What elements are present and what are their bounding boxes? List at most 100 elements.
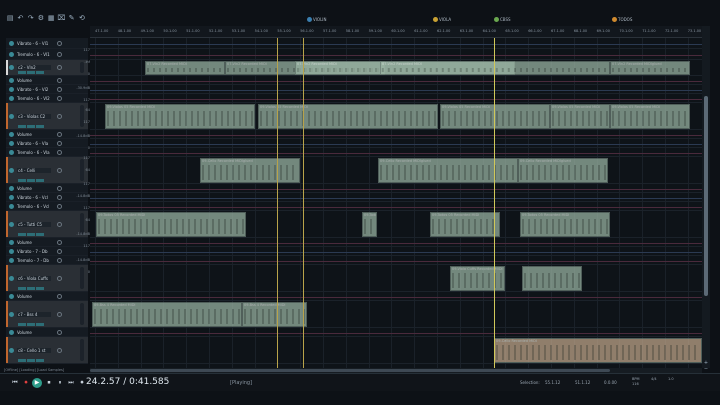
record-arm-icon[interactable]	[9, 257, 14, 263]
track-mode-button[interactable]	[36, 71, 44, 74]
midi-item[interactable]: 09-Violas 05 Recorded MIDI	[105, 104, 255, 129]
transport-button-2[interactable]: ▶	[32, 378, 42, 388]
track-mode-button[interactable]	[36, 125, 44, 128]
track-name[interactable]: Volume	[17, 330, 51, 335]
midi-item[interactable]: 09-Violas 05 Recorded MIDI	[550, 104, 610, 129]
midi-item[interactable]: 09-Todos 05 Recorded MIDI	[96, 212, 246, 237]
track-mode-button[interactable]	[27, 323, 35, 326]
envelope-lane-header[interactable]: Volume	[6, 184, 88, 193]
track-mode-button[interactable]	[36, 359, 44, 362]
record-arm-icon[interactable]	[9, 86, 14, 92]
envelope-line[interactable]	[90, 54, 702, 56]
volume-knob-icon[interactable]	[57, 149, 62, 155]
track-name[interactable]: Vibrato - 7 - Db	[17, 249, 51, 254]
vertical-scroll-thumb[interactable]	[704, 96, 708, 296]
toolbar-button-2[interactable]: ↷	[27, 14, 35, 23]
record-arm-icon[interactable]	[9, 203, 14, 209]
track-name[interactable]: Vibrato - 6 - Vl1	[17, 41, 51, 46]
midi-item[interactable]: 09-Cello Recorded MIDIglued	[518, 158, 608, 183]
track-name[interactable]: c6 - Viola Cuffs	[17, 275, 51, 281]
record-arm-icon[interactable]	[9, 113, 14, 119]
bpm-display[interactable]: BPM 116	[632, 377, 640, 387]
track-header[interactable]: c8 - Cello 1 st	[6, 337, 88, 364]
record-arm-icon[interactable]	[9, 77, 14, 83]
time-signature[interactable]: 4/4	[651, 377, 657, 382]
envelope-line[interactable]	[90, 43, 702, 45]
toolbar-button-6[interactable]: ✎	[68, 14, 76, 23]
midi-item[interactable]: 09-Violas 05 Recorded MIDI	[258, 104, 438, 129]
envelope-lane-header[interactable]: Tremolo - 6 - Vcl	[6, 202, 88, 211]
envelope-lane-header[interactable]: Volume	[6, 76, 88, 85]
track-mode-button[interactable]	[18, 125, 26, 128]
timeline-ruler[interactable]: 47.1.00 48.1.00 49.1.00 50.1.00 51.1.00 52.1.…	[90, 17, 702, 38]
volume-knob-icon[interactable]	[57, 194, 62, 200]
envelope-lane-header[interactable]: Tremolo - 6 - Vl2	[6, 94, 88, 103]
toolbar-button-1[interactable]: ↶	[16, 14, 24, 23]
track-mode-button[interactable]	[36, 179, 44, 182]
track-mode-button[interactable]	[18, 179, 26, 182]
volume-knob-icon[interactable]	[57, 95, 62, 101]
project-marker[interactable]: VIOLIN	[307, 17, 326, 22]
midi-item[interactable]: 09-Cello Recorded MIDIglued	[200, 158, 300, 183]
toolbar-button-0[interactable]: ▤	[6, 14, 14, 23]
envelope-line[interactable]	[90, 242, 702, 244]
envelope-line[interactable]	[90, 251, 702, 253]
midi-item[interactable]: 09-Cello Recorded MIDI	[494, 338, 702, 363]
track-name[interactable]: Tremolo - 6 - Vcl	[17, 204, 51, 209]
envelope-lane-header[interactable]: Vibrato - 7 - Db	[6, 247, 88, 256]
track-mode-button[interactable]	[27, 179, 35, 182]
record-arm-icon[interactable]	[9, 311, 14, 317]
track-name[interactable]: c7 - Bss 4	[17, 311, 51, 317]
record-arm-icon[interactable]	[9, 347, 14, 353]
midi-item[interactable]: 09-Violas 05 Recorded MIDI	[610, 104, 690, 129]
track-mode-button[interactable]	[36, 323, 44, 326]
track-header[interactable]: c4 - Celli	[6, 157, 88, 184]
track-name[interactable]: c2 - Vln2	[17, 65, 51, 70]
record-arm-icon[interactable]	[9, 65, 14, 70]
midi-item[interactable]: 07-Vln2 Recorded MIDI	[145, 61, 225, 75]
track-name[interactable]: Vibrato - 6 - Vl2	[17, 87, 51, 92]
volume-knob-icon[interactable]	[57, 311, 62, 317]
midi-item[interactable]: 09-Todos	[362, 212, 377, 237]
track-name[interactable]: c8 - Cello 1 st	[17, 347, 51, 353]
transport-button-4[interactable]: ⏸	[55, 378, 65, 388]
record-arm-icon[interactable]	[9, 51, 14, 57]
midi-item[interactable]: 07-Vln2 Recorded MIDIglued	[610, 61, 690, 75]
track-name[interactable]: Volume	[17, 294, 51, 299]
track-header[interactable]: c3 - Violas C2	[6, 103, 88, 130]
project-marker[interactable]: TODOS	[612, 17, 632, 22]
envelope-lane-header[interactable]: Vibrato - 6 - Vl1	[6, 38, 88, 49]
record-arm-icon[interactable]	[9, 239, 14, 245]
track-name[interactable]: Tremolo - 6 - Vl2	[17, 96, 51, 101]
volume-knob-icon[interactable]	[57, 239, 62, 245]
volume-knob-icon[interactable]	[57, 86, 62, 92]
record-arm-icon[interactable]	[9, 185, 14, 191]
record-arm-icon[interactable]	[9, 167, 14, 173]
volume-knob-icon[interactable]	[57, 113, 62, 119]
track-name[interactable]: Volume	[17, 132, 51, 137]
selection-length[interactable]: 0.0.00	[604, 380, 617, 385]
transport-button-1[interactable]: ⏺	[21, 378, 31, 388]
toolbar-button-3[interactable]: ⚙	[37, 14, 45, 23]
track-name[interactable]: c5 - Tutti C5	[17, 221, 51, 227]
record-arm-icon[interactable]	[9, 40, 14, 46]
vertical-scrollbar[interactable]	[702, 26, 710, 368]
track-name[interactable]: Tremolo - 6 - Vl1	[17, 52, 51, 57]
track-name[interactable]: Vibrato - 6 - Vla	[17, 141, 51, 146]
track-mode-button[interactable]	[27, 287, 35, 290]
volume-knob-icon[interactable]	[57, 257, 62, 263]
track-mode-button[interactable]	[18, 71, 26, 74]
track-name[interactable]: Volume	[17, 78, 51, 83]
volume-knob-icon[interactable]	[57, 203, 62, 209]
midi-item[interactable]: 09-Todos 05 Recorded MIDI	[430, 212, 500, 237]
envelope-line[interactable]	[90, 332, 702, 334]
track-mode-button[interactable]	[27, 233, 35, 236]
envelope-line[interactable]	[90, 206, 702, 208]
record-arm-icon[interactable]	[9, 95, 14, 101]
transport-button-3[interactable]: ⏹	[44, 378, 54, 388]
volume-knob-icon[interactable]	[57, 293, 62, 299]
track-mode-button[interactable]	[27, 125, 35, 128]
track-header[interactable]: c6 - Viola Cuffs	[6, 265, 88, 292]
track-mode-button[interactable]	[36, 233, 44, 236]
track-name[interactable]: Volume	[17, 240, 51, 245]
